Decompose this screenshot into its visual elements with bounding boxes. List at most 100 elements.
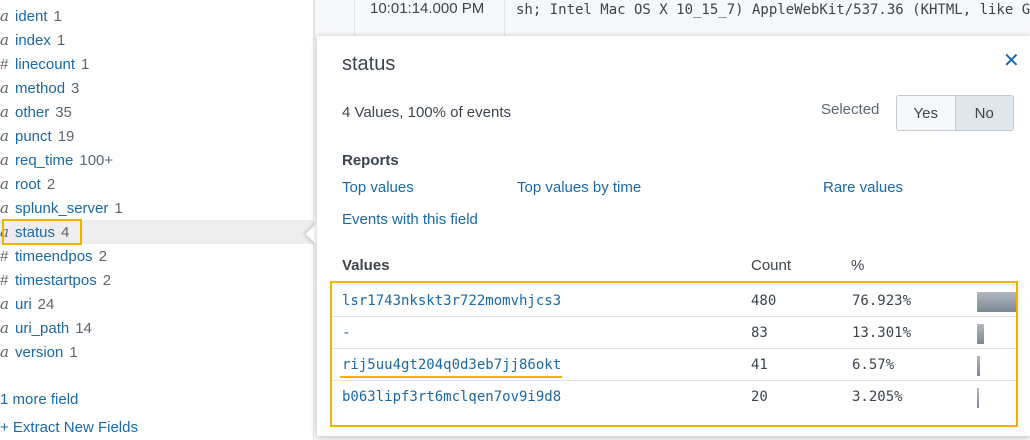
- field-name[interactable]: ident: [15, 8, 48, 25]
- field-count: 2: [46, 175, 56, 193]
- field-name[interactable]: req_time: [15, 152, 73, 169]
- value-percent: 76.923%: [852, 293, 912, 309]
- column-divider: [314, 0, 315, 40]
- percent-bar: [977, 388, 979, 408]
- column-divider: [504, 0, 505, 40]
- string-type-icon: a: [0, 223, 9, 241]
- field-name[interactable]: version: [15, 344, 63, 361]
- field-item-index[interactable]: a index 1: [0, 28, 313, 52]
- value-percent: 3.205%: [852, 389, 903, 405]
- field-name[interactable]: other: [15, 104, 49, 121]
- field-item-uri-path[interactable]: a uri_path 14: [0, 316, 313, 340]
- field-name[interactable]: status: [15, 224, 55, 241]
- field-count: 1: [53, 7, 62, 25]
- rare-values-link[interactable]: Rare values: [823, 179, 903, 196]
- field-name[interactable]: uri: [15, 296, 32, 313]
- more-fields-link[interactable]: 1 more field: [0, 391, 78, 408]
- values-column-header: Values: [342, 257, 390, 274]
- field-count: 24: [37, 295, 55, 313]
- percent-bar: [977, 324, 984, 344]
- fields-sidebar: a ident 1 a index 1 # linecount 1 a method 3 a other 3…: [0, 0, 313, 440]
- field-name[interactable]: punct: [15, 128, 52, 145]
- numeric-type-icon: #: [0, 271, 9, 289]
- selected-no-button[interactable]: No: [954, 96, 1013, 130]
- field-name[interactable]: uri_path: [15, 320, 69, 337]
- field-item-timeendpos[interactable]: # timeendpos 2: [0, 244, 313, 268]
- field-item-status[interactable]: a status 4: [0, 220, 313, 244]
- field-name[interactable]: splunk_server: [15, 200, 108, 217]
- event-raw-text: sh; Intel Mac OS X 10_15_7) AppleWebKit/…: [516, 2, 1030, 18]
- selected-label: Selected: [821, 101, 880, 118]
- value-count: 480: [751, 293, 777, 309]
- field-count: 14: [75, 319, 92, 337]
- value-count: 41: [751, 357, 768, 373]
- value-underline-highlight: [340, 376, 562, 378]
- top-values-link[interactable]: Top values: [342, 179, 414, 196]
- string-type-icon: a: [0, 103, 9, 121]
- selected-toggle: Yes No: [896, 95, 1014, 131]
- value-row[interactable]: - 83 13.301%: [332, 316, 1016, 348]
- top-values-by-time-link[interactable]: Top values by time: [517, 179, 641, 196]
- field-item-version[interactable]: a version 1: [0, 340, 313, 364]
- value-count: 83: [751, 325, 768, 341]
- field-item-punct[interactable]: a punct 19: [0, 124, 313, 148]
- string-type-icon: a: [0, 199, 9, 217]
- field-item-method[interactable]: a method 3: [0, 76, 313, 100]
- percent-bar-track: [977, 324, 1016, 344]
- field-item-req-time[interactable]: a req_time 100+: [0, 148, 313, 172]
- value-link[interactable]: lsr1743nkskt3r722momvhjcs3: [342, 293, 561, 309]
- field-count: 2: [102, 271, 112, 289]
- field-name[interactable]: index: [15, 32, 51, 49]
- percent-bar: [977, 356, 980, 376]
- field-item-other[interactable]: a other 35: [0, 100, 313, 124]
- value-row[interactable]: b063lipf3rt6mclqen7ov9i9d8 20 3.205%: [332, 380, 1016, 412]
- field-item-linecount[interactable]: # linecount 1: [0, 52, 313, 76]
- field-name[interactable]: method: [15, 80, 65, 97]
- field-name[interactable]: timestartpos: [15, 272, 97, 289]
- field-item-timestartpos[interactable]: # timestartpos 2: [0, 268, 313, 292]
- popup-title: status: [342, 53, 396, 75]
- field-count: 100+: [79, 151, 114, 169]
- field-item-uri[interactable]: a uri 24: [0, 292, 313, 316]
- string-type-icon: a: [0, 127, 9, 145]
- percent-column-header: %: [851, 257, 865, 274]
- field-item-ident[interactable]: a ident 1: [0, 4, 313, 28]
- column-divider: [354, 0, 355, 40]
- events-with-field-link[interactable]: Events with this field: [342, 211, 478, 228]
- selected-yes-button[interactable]: Yes: [897, 96, 955, 130]
- string-type-icon: a: [0, 31, 9, 49]
- string-type-icon: a: [0, 343, 9, 361]
- field-summary-popup: status ✕ 4 Values, 100% of events Select…: [317, 36, 1030, 436]
- string-type-icon: a: [0, 79, 9, 97]
- string-type-icon: a: [0, 151, 9, 169]
- numeric-type-icon: #: [0, 55, 9, 73]
- value-link[interactable]: rij5uu4gt204q0d3eb7jj86okt: [342, 357, 561, 373]
- field-count: 19: [57, 127, 75, 145]
- value-link[interactable]: b063lipf3rt6mclqen7ov9i9d8: [342, 389, 561, 405]
- field-name[interactable]: root: [15, 176, 41, 193]
- field-name[interactable]: timeendpos: [15, 248, 93, 265]
- field-item-splunk-server[interactable]: a splunk_server 1: [0, 196, 313, 220]
- percent-bar-track: [977, 356, 1016, 376]
- value-row[interactable]: lsr1743nkskt3r722momvhjcs3 480 76.923%: [332, 284, 1017, 316]
- field-item-root[interactable]: a root 2: [0, 172, 313, 196]
- string-type-icon: a: [0, 295, 9, 313]
- field-count: 35: [55, 103, 72, 121]
- field-count: 1: [56, 31, 66, 49]
- event-time: 10:01:14.000 PM: [370, 0, 485, 17]
- field-count: 4: [61, 223, 70, 241]
- field-name[interactable]: linecount: [15, 56, 75, 73]
- field-count: 2: [98, 247, 107, 265]
- value-link[interactable]: -: [342, 325, 350, 341]
- close-icon[interactable]: ✕: [1003, 51, 1020, 71]
- string-type-icon: a: [0, 7, 9, 25]
- field-count: 1: [69, 343, 78, 361]
- field-count: 1: [114, 199, 123, 217]
- percent-bar-track: [977, 388, 1016, 408]
- percent-bar-track: [977, 292, 1017, 312]
- count-column-header: Count: [751, 257, 792, 274]
- extract-new-fields-link[interactable]: + Extract New Fields: [0, 419, 138, 436]
- string-type-icon: a: [0, 319, 9, 337]
- values-table-header: Values Count %: [342, 257, 1030, 283]
- value-percent: 6.57%: [852, 357, 895, 373]
